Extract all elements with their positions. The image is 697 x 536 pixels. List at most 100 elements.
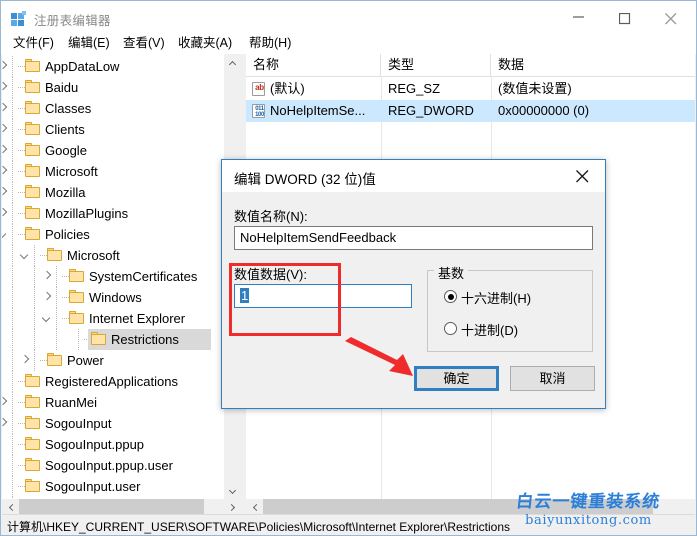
tree-item-sogouinput-ppup[interactable]: SogouInput.ppup: [2, 434, 224, 455]
list-scroll-left-button[interactable]: [246, 499, 263, 515]
tree-item-baidu[interactable]: Baidu: [2, 77, 224, 98]
tree-item-appdatalow[interactable]: AppDataLow: [2, 56, 224, 77]
radio-hexadecimal-indicator: [444, 290, 457, 303]
folder-icon: [25, 80, 40, 93]
tree-item-restrictions[interactable]: Restrictions: [2, 329, 224, 350]
cancel-button[interactable]: 取消: [510, 366, 595, 391]
chevron-right-icon[interactable]: [2, 419, 8, 428]
tree-item-sogouinput-ppup-user[interactable]: SogouInput.ppup.user: [2, 455, 224, 476]
tree-item-microsoft[interactable]: Microsoft: [2, 245, 224, 266]
tree-guide-line: [56, 266, 57, 287]
chevron-right-icon[interactable]: [43, 272, 52, 281]
chevron-down-icon[interactable]: [43, 314, 52, 323]
list-header: 名称 类型 数据: [246, 54, 695, 77]
tree-guide-line: [34, 266, 35, 287]
column-header-name[interactable]: 名称: [246, 54, 381, 76]
watermark: 白云一键重装系统 baiyunxitong.com: [486, 487, 691, 528]
tree-item-label: RuanMei: [45, 395, 98, 410]
folder-icon: [25, 479, 40, 492]
tree-guide-line: [34, 350, 35, 371]
chevron-down-icon[interactable]: [21, 251, 30, 260]
tree-item-clients[interactable]: Clients: [2, 119, 224, 140]
maximize-button[interactable]: [603, 1, 649, 32]
ok-button[interactable]: 确定: [414, 366, 499, 391]
tree-item-label: SystemCertificates: [89, 269, 198, 284]
chevron-right-icon[interactable]: [2, 167, 8, 176]
tree-scroll-down-button[interactable]: [224, 482, 240, 499]
menu-view[interactable]: 查看(V): [118, 34, 170, 52]
window-title: 注册表编辑器: [34, 14, 111, 28]
chevron-right-icon[interactable]: [2, 83, 8, 92]
tree-scroll-right-button[interactable]: [223, 499, 240, 515]
tree-guide-line: [56, 287, 57, 308]
chevron-right-icon[interactable]: [21, 356, 30, 365]
tree-guide-line: [12, 350, 13, 371]
tree-hscroll-thumb[interactable]: [19, 499, 204, 515]
tree-item-sogouinput-user[interactable]: SogouInput.user: [2, 476, 224, 497]
chevron-right-icon[interactable]: [2, 146, 8, 155]
chevron-down-icon[interactable]: [2, 230, 8, 239]
close-button[interactable]: [649, 1, 695, 32]
tree-item-label: Windows: [89, 290, 142, 305]
table-row[interactable]: 011 100 NoHelpItemSe... REG_DWORD 0x0000…: [246, 100, 695, 122]
chevron-right-icon[interactable]: [2, 188, 8, 197]
tree-horizontal-scrollbar[interactable]: [2, 499, 240, 515]
menu-edit[interactable]: 编辑(E): [63, 34, 115, 52]
radio-decimal-label: 十进制(D): [461, 323, 519, 338]
menu-help[interactable]: 帮助(H): [244, 34, 296, 52]
tree-scroll-up-button[interactable]: [224, 54, 240, 71]
column-header-data[interactable]: 数据: [491, 54, 695, 76]
chevron-right-icon[interactable]: [2, 62, 8, 71]
tree-item-ruanmei[interactable]: RuanMei: [2, 392, 224, 413]
tree-item-sogouinput[interactable]: SogouInput: [2, 413, 224, 434]
chevron-right-icon[interactable]: [2, 104, 8, 113]
column-header-type[interactable]: 类型: [381, 54, 491, 76]
folder-icon: [25, 458, 40, 471]
chevron-right-icon[interactable]: [2, 209, 8, 218]
tree-guide-line: [12, 287, 13, 308]
tree-guide-line: [12, 476, 13, 497]
chevron-right-icon[interactable]: [2, 398, 8, 407]
tree-guide-line: [34, 287, 35, 308]
chevron-right-icon[interactable]: [43, 293, 52, 302]
registry-tree[interactable]: AppDataLow Baidu Classes Clients Google Micro…: [2, 54, 240, 515]
tree-item-classes[interactable]: Classes: [2, 98, 224, 119]
value-name-input[interactable]: NoHelpItemSendFeedback: [234, 226, 593, 250]
tree-guide-line: [56, 329, 57, 350]
tree-item-registeredapplications[interactable]: RegisteredApplications: [2, 371, 224, 392]
tree-item-internet-explorer[interactable]: Internet Explorer: [2, 308, 224, 329]
tree-guide-line: [12, 245, 13, 266]
tree-item-microsoft[interactable]: Microsoft: [2, 161, 224, 182]
chevron-right-icon[interactable]: [2, 125, 8, 134]
value-name: (默认): [270, 81, 305, 96]
tree-item-systemcertificates[interactable]: SystemCertificates: [2, 266, 224, 287]
tree-item-label: Power: [67, 353, 104, 368]
folder-icon: [47, 353, 62, 366]
menu-bar: 文件(F) 编辑(E) 查看(V) 收藏夹(A) 帮助(H): [1, 32, 696, 54]
value-name: NoHelpItemSe...: [270, 103, 366, 118]
tree-scroll-left-button[interactable]: [2, 499, 19, 515]
menu-file[interactable]: 文件(F): [8, 34, 59, 52]
tree-guide-line: [12, 329, 13, 350]
tree-item-mozillaplugins[interactable]: MozillaPlugins: [2, 203, 224, 224]
menu-favorites[interactable]: 收藏夹(A): [173, 34, 237, 52]
tree-guide-line: [12, 413, 13, 434]
tree-guide-elbow: [62, 276, 69, 277]
tree-item-policies[interactable]: Policies: [2, 224, 224, 245]
value-name-label: 数值名称(N):: [234, 209, 308, 224]
tree-item-mozilla[interactable]: Mozilla: [2, 182, 224, 203]
minimize-button[interactable]: [557, 1, 603, 32]
tree-item-windows[interactable]: Windows: [2, 287, 224, 308]
tree-item-label: Internet Explorer: [89, 311, 186, 326]
tree-item-google[interactable]: Google: [2, 140, 224, 161]
tree-guide-line: [78, 329, 79, 350]
folder-icon: [69, 290, 84, 303]
tree-item-power[interactable]: Power: [2, 350, 224, 371]
dialog-close-icon[interactable]: [561, 160, 605, 190]
tree-guide-line: [12, 119, 13, 140]
folder-icon: [25, 395, 40, 408]
tree-item-label: Clients: [45, 122, 85, 137]
tree-guide-line: [12, 140, 13, 161]
registry-editor-window: 注册表编辑器 文件(F) 编辑(E) 查看(V) 收藏夹(A) 帮助(H) Ap…: [0, 0, 697, 536]
table-row[interactable]: ab (默认) REG_SZ (数值未设置): [246, 78, 695, 100]
